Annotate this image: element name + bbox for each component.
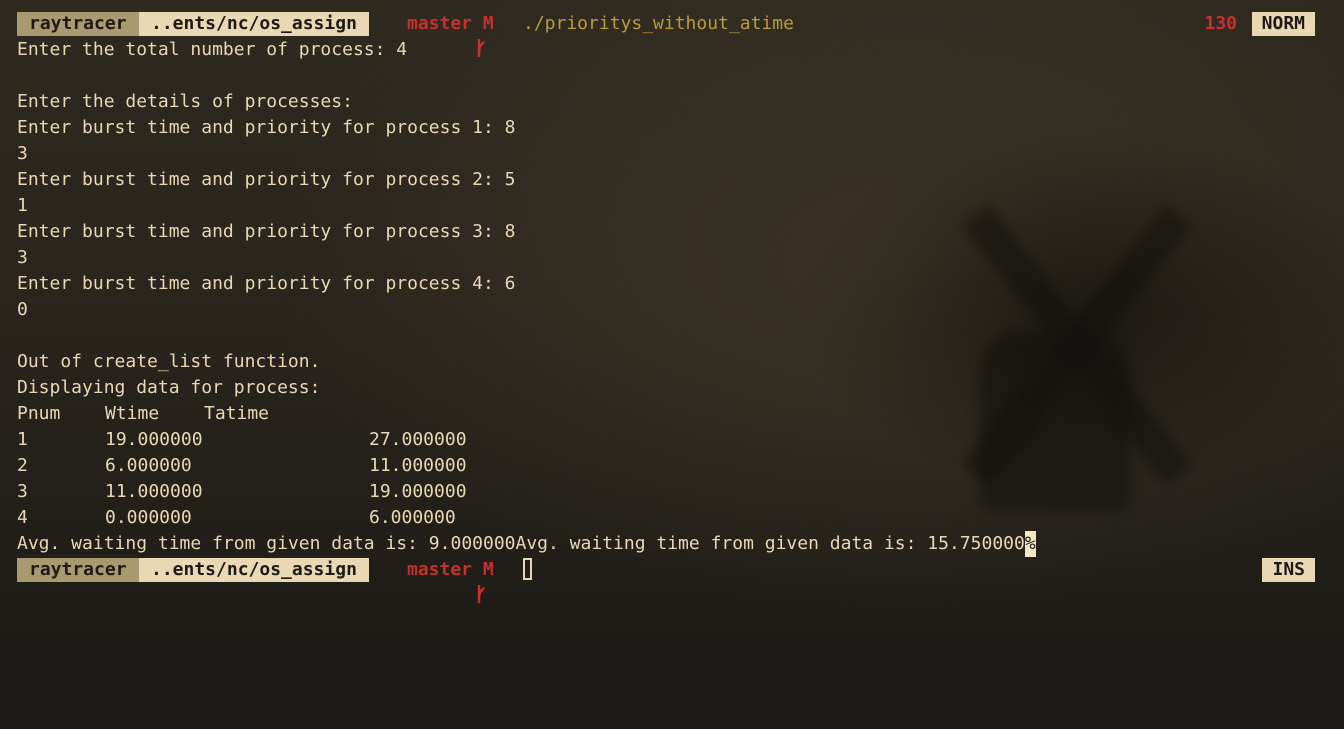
vi-mode-indicator: NORM: [1251, 12, 1315, 36]
prompt-line-top: raytracer ..ents/nc/os_assign master M .…: [17, 11, 1315, 57]
table-cell: 6.000000: [369, 507, 456, 528]
table-header-wtime: Wtime: [105, 403, 160, 424]
prompt-directory: ..ents/nc/os_assign: [139, 12, 369, 36]
input-prompt-line: Enter burst time and priority for proces…: [17, 169, 516, 190]
git-branch-name: master M: [407, 559, 494, 580]
output-line: Enter the details of processes:: [17, 91, 353, 112]
table-cell: 1: [17, 429, 28, 450]
table-row: 2 6.000000 11.000000: [17, 453, 1315, 479]
table-header-pnum: Pnum: [17, 403, 61, 424]
input-value-line: 3: [17, 247, 28, 268]
prompt-directory: ..ents/nc/os_assign: [139, 558, 369, 582]
input-prompt-line: Enter burst time and priority for proces…: [17, 273, 516, 294]
prompt-host: raytracer: [17, 12, 139, 36]
terminal-window[interactable]: raytracer ..ents/nc/os_assign master M .…: [17, 11, 1315, 603]
table-header: Pnum Wtime Tatime: [17, 401, 1315, 427]
table-cell: 0.000000: [105, 507, 192, 528]
average-text: Avg. waiting time from given data is: 9.…: [17, 533, 1025, 554]
table-cell: 19.000000: [105, 429, 203, 450]
table-cell: 2: [17, 455, 28, 476]
table-cell: 4: [17, 507, 28, 528]
git-status: master M: [389, 558, 494, 603]
no-newline-marker: %: [1024, 531, 1036, 557]
git-branch-icon: [389, 14, 485, 57]
table-cell: 19.000000: [369, 481, 467, 502]
average-line: Avg. waiting time from given data is: 9.…: [17, 531, 1315, 557]
input-prompt-line: Enter burst time and priority for proces…: [17, 117, 516, 138]
git-branch-name: master M: [407, 13, 494, 34]
executed-command: ./prioritys_without_atime: [523, 13, 794, 34]
text-cursor[interactable]: [523, 558, 532, 580]
table-cell: 3: [17, 481, 28, 502]
table-row: 4 0.000000 6.000000: [17, 505, 1315, 531]
prompt-host: raytracer: [17, 558, 139, 582]
git-status: master M: [389, 12, 494, 57]
input-value-line: 1: [17, 195, 28, 216]
exit-code: 130: [1204, 13, 1237, 34]
table-cell: 11.000000: [369, 455, 467, 476]
table-cell: 27.000000: [369, 429, 467, 450]
input-prompt-line: Enter burst time and priority for proces…: [17, 221, 516, 242]
input-value-line: 0: [17, 299, 28, 320]
table-cell: 6.000000: [105, 455, 192, 476]
table-header-tatime: Tatime: [204, 403, 270, 424]
output-line: Out of create_list function.: [17, 351, 321, 372]
output-line: Displaying data for process:: [17, 377, 321, 398]
table-cell: 11.000000: [105, 481, 203, 502]
output-line: Enter the total number of process: 4: [17, 39, 408, 60]
prompt-line-bottom[interactable]: raytracer ..ents/nc/os_assign master M I…: [17, 557, 1315, 603]
table-row: 1 19.000000 27.000000: [17, 427, 1315, 453]
table-row: 3 11.000000 19.000000: [17, 479, 1315, 505]
vi-mode-indicator: INS: [1262, 558, 1315, 582]
git-branch-icon: [389, 560, 485, 603]
input-value-line: 3: [17, 143, 28, 164]
